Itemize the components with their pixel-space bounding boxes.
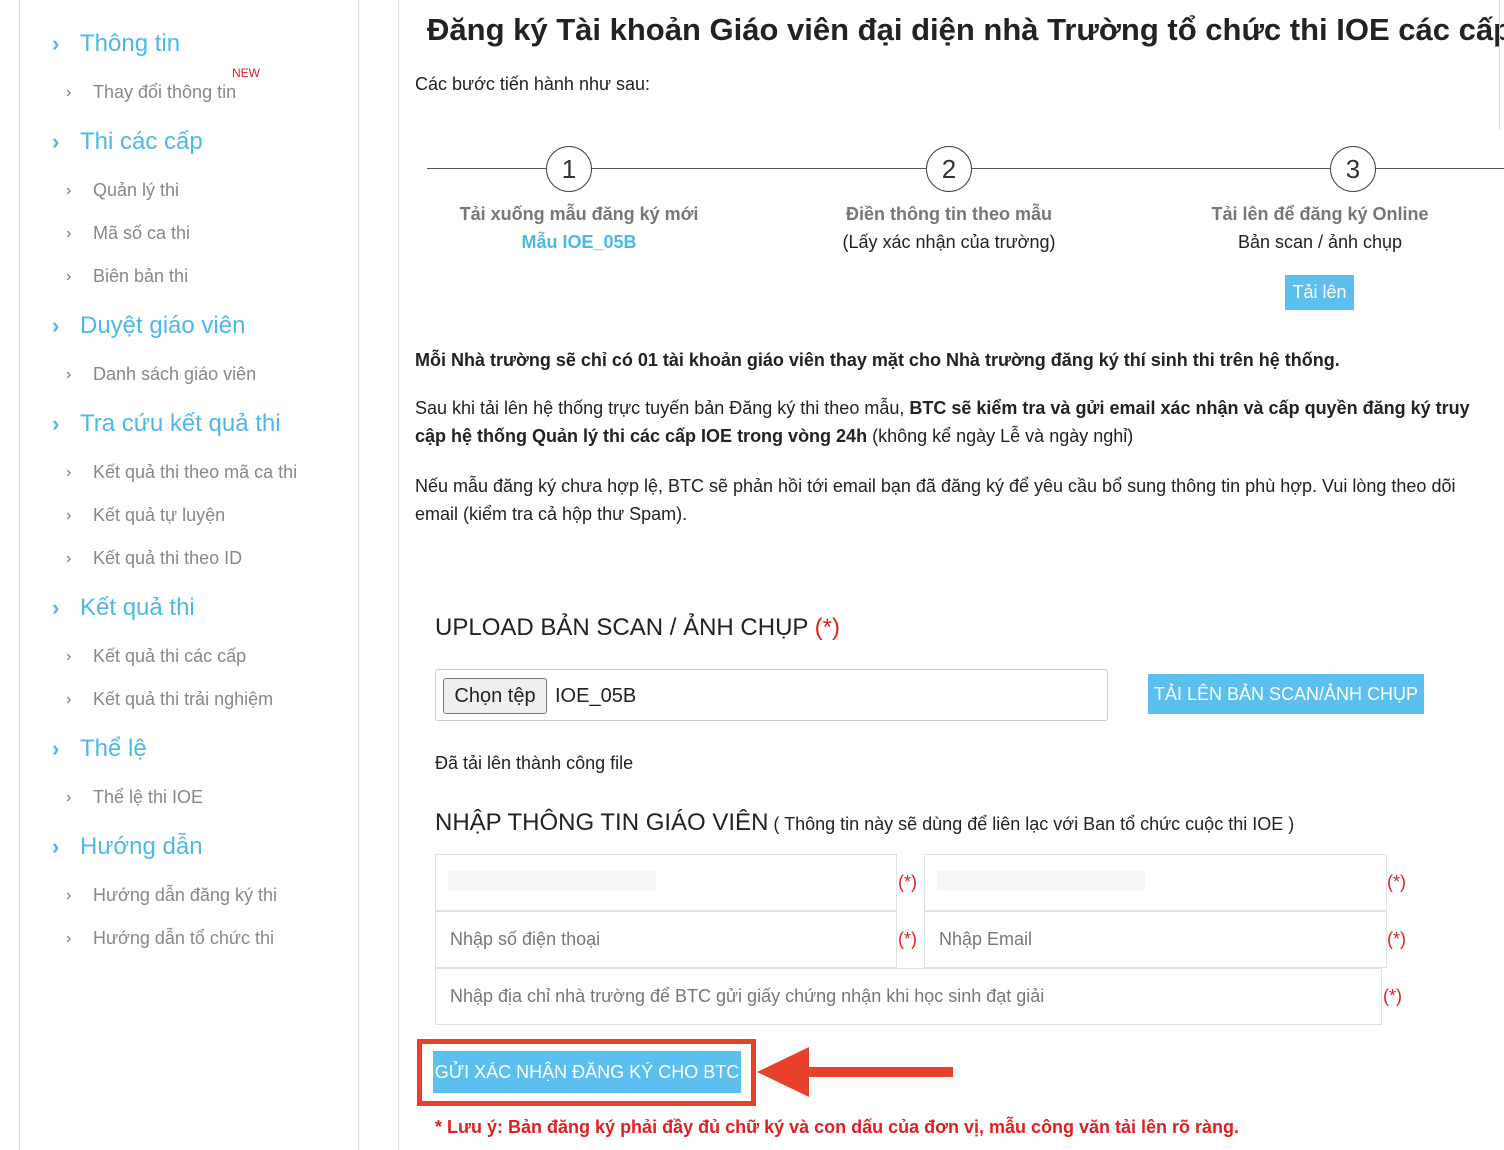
chevron-right-icon: › — [52, 834, 60, 859]
sidebar-item-huong-dan-dang-ky-thi[interactable]: › Hướng dẫn đăng ký thi — [66, 885, 277, 906]
sidebar-item-ma-so-ca-thi[interactable]: › Mã số ca thi — [66, 223, 190, 244]
sidebar-item-danh-sach-giao-vien[interactable]: › Danh sách giáo viên — [66, 364, 256, 385]
redacted-value — [937, 871, 1145, 891]
chevron-right-icon: › — [66, 365, 72, 383]
teacher-section-title: NHẬP THÔNG TIN GIÁO VIÊN ( Thông tin này… — [435, 809, 1295, 836]
upload-scan-button[interactable]: TẢI LÊN BẢN SCAN/ẢNH CHỤP — [1148, 674, 1424, 714]
chevron-right-icon: › — [52, 31, 60, 56]
warning-note: * Lưu ý: Bản đăng ký phải đầy đủ chữ ký … — [435, 1117, 1240, 1137]
info-paragraph-1: Mỗi Nhà trường sẽ chỉ có 01 tài khoản gi… — [415, 350, 1340, 370]
sidebar-item-quan-ly-thi[interactable]: › Quản lý thi — [66, 180, 179, 201]
sidebar-item-ket-qua-thi-theo-id[interactable]: › Kết quả thi theo ID — [66, 548, 242, 569]
chevron-right-icon: › — [52, 595, 60, 620]
chevron-right-icon: › — [66, 549, 72, 567]
sidebar-item-bien-ban-thi[interactable]: › Biên bản thi — [66, 266, 188, 287]
required-mark: (*) — [1383, 986, 1402, 1006]
chevron-right-icon: › — [66, 647, 72, 665]
download-form-link[interactable]: Mẫu IOE_05B — [521, 232, 636, 253]
required-mark: (*) — [898, 872, 917, 892]
sidebar-group-duyet-giao-vien[interactable]: › Duyệt giáo viên — [52, 312, 245, 340]
sidebar-item-ket-qua-thi-cac-cap[interactable]: › Kết quả thi các cấp — [66, 646, 246, 667]
sidebar-item-ket-qua-thi-theo-ma-ca-thi[interactable]: › Kết quả thi theo mã ca thi — [66, 462, 297, 483]
intro-text: Các bước tiến hành như sau: — [415, 74, 651, 94]
step-1-circle: 1 — [546, 146, 592, 192]
required-mark: (*) — [1387, 929, 1406, 949]
sidebar-item-thay-doi-thong-tin[interactable]: › Thay đổi thông tin — [66, 82, 236, 103]
teacher-school-field[interactable] — [924, 854, 1387, 911]
chevron-right-icon: › — [52, 313, 60, 338]
page-title: Đăng ký Tài khoản Giáo viên đại diện nhà… — [427, 12, 1504, 47]
step-1-title: Tải xuống mẫu đăng ký mới — [459, 204, 699, 224]
step-3-circle: 3 — [1330, 146, 1376, 192]
info-paragraph-2: Sau khi tải lên hệ thống trực tuyến bản … — [415, 398, 1470, 446]
sidebar-item-ket-qua-thi-trai-nghiem[interactable]: › Kết quả thi trải nghiệm — [66, 689, 273, 710]
sidebar-group-huong-dan[interactable]: › Hướng dẫn — [52, 833, 203, 861]
divider — [1499, 0, 1500, 130]
sidebar-group-tra-cuu-ket-qua-thi[interactable]: › Tra cứu kết quả thi — [52, 410, 281, 438]
step-2-title: Điền thông tin theo mẫu — [846, 204, 1052, 224]
sidebar: › Thông tin NEW › Thay đổi thông tin › T… — [19, 0, 359, 1150]
sidebar-item-the-le-thi-ioe[interactable]: › Thể lệ thi IOE — [66, 787, 203, 808]
step-2-sub: (Lấy xác nhận của trường) — [842, 232, 1056, 252]
upload-button-small[interactable]: Tải lên — [1285, 275, 1354, 310]
submit-registration-button[interactable]: GỬI XÁC NHẬN ĐĂNG KÝ CHO BTC — [433, 1051, 741, 1093]
chevron-right-icon: › — [52, 736, 60, 761]
teacher-name-field[interactable] — [435, 854, 897, 911]
chevron-right-icon: › — [66, 181, 72, 199]
address-input[interactable] — [436, 969, 1381, 1024]
upload-success-text: Đã tải lên thành công file — [435, 753, 634, 773]
arrow-left-icon — [757, 1047, 953, 1097]
sidebar-group-the-le[interactable]: › Thể lệ — [52, 735, 147, 763]
choose-file-button[interactable]: Chọn tệp — [443, 678, 547, 714]
phone-input[interactable] — [436, 912, 896, 967]
chevron-right-icon: › — [66, 788, 72, 806]
step-3-title: Tải lên để đăng ký Online — [1211, 204, 1429, 224]
chevron-right-icon: › — [52, 411, 60, 436]
chevron-right-icon: › — [52, 129, 60, 154]
step-2-circle: 2 — [926, 146, 972, 192]
email-field[interactable] — [924, 911, 1387, 968]
main-content: Đăng ký Tài khoản Giáo viên đại diện nhà… — [398, 0, 1504, 1150]
chevron-right-icon: › — [66, 886, 72, 904]
email-input[interactable] — [925, 912, 1386, 967]
phone-field[interactable] — [435, 911, 897, 968]
file-input[interactable]: Chọn tệp IOE_05B — [435, 669, 1108, 721]
required-mark: (*) — [1387, 872, 1406, 892]
chevron-right-icon: › — [66, 463, 72, 481]
sidebar-group-thi-cac-cap[interactable]: › Thi các cấp — [52, 128, 203, 156]
chevron-right-icon: › — [66, 690, 72, 708]
sidebar-item-huong-dan-to-chuc-thi[interactable]: › Hướng dẫn tổ chức thi — [66, 928, 274, 949]
redacted-value — [448, 871, 656, 891]
required-mark: (*) — [898, 929, 917, 949]
sidebar-group-ket-qua-thi[interactable]: › Kết quả thi — [52, 594, 195, 622]
new-badge: NEW — [232, 66, 260, 80]
file-name: IOE_05B — [555, 685, 637, 707]
chevron-right-icon: › — [66, 83, 72, 101]
address-field[interactable] — [435, 968, 1382, 1025]
chevron-right-icon: › — [66, 267, 72, 285]
upload-section-title: UPLOAD BẢN SCAN / ẢNH CHỤP (*) — [435, 614, 840, 641]
chevron-right-icon: › — [66, 224, 72, 242]
info-paragraph-3: Nếu mẫu đăng ký chưa hợp lệ, BTC sẽ phản… — [415, 476, 1456, 524]
chevron-right-icon: › — [66, 929, 72, 947]
sidebar-item-ket-qua-tu-luyen[interactable]: › Kết quả tự luyện — [66, 505, 225, 526]
step-3-sub: Bản scan / ảnh chụp — [1237, 232, 1403, 252]
chevron-right-icon: › — [66, 506, 72, 524]
sidebar-group-thong-tin[interactable]: › Thông tin — [52, 30, 180, 58]
